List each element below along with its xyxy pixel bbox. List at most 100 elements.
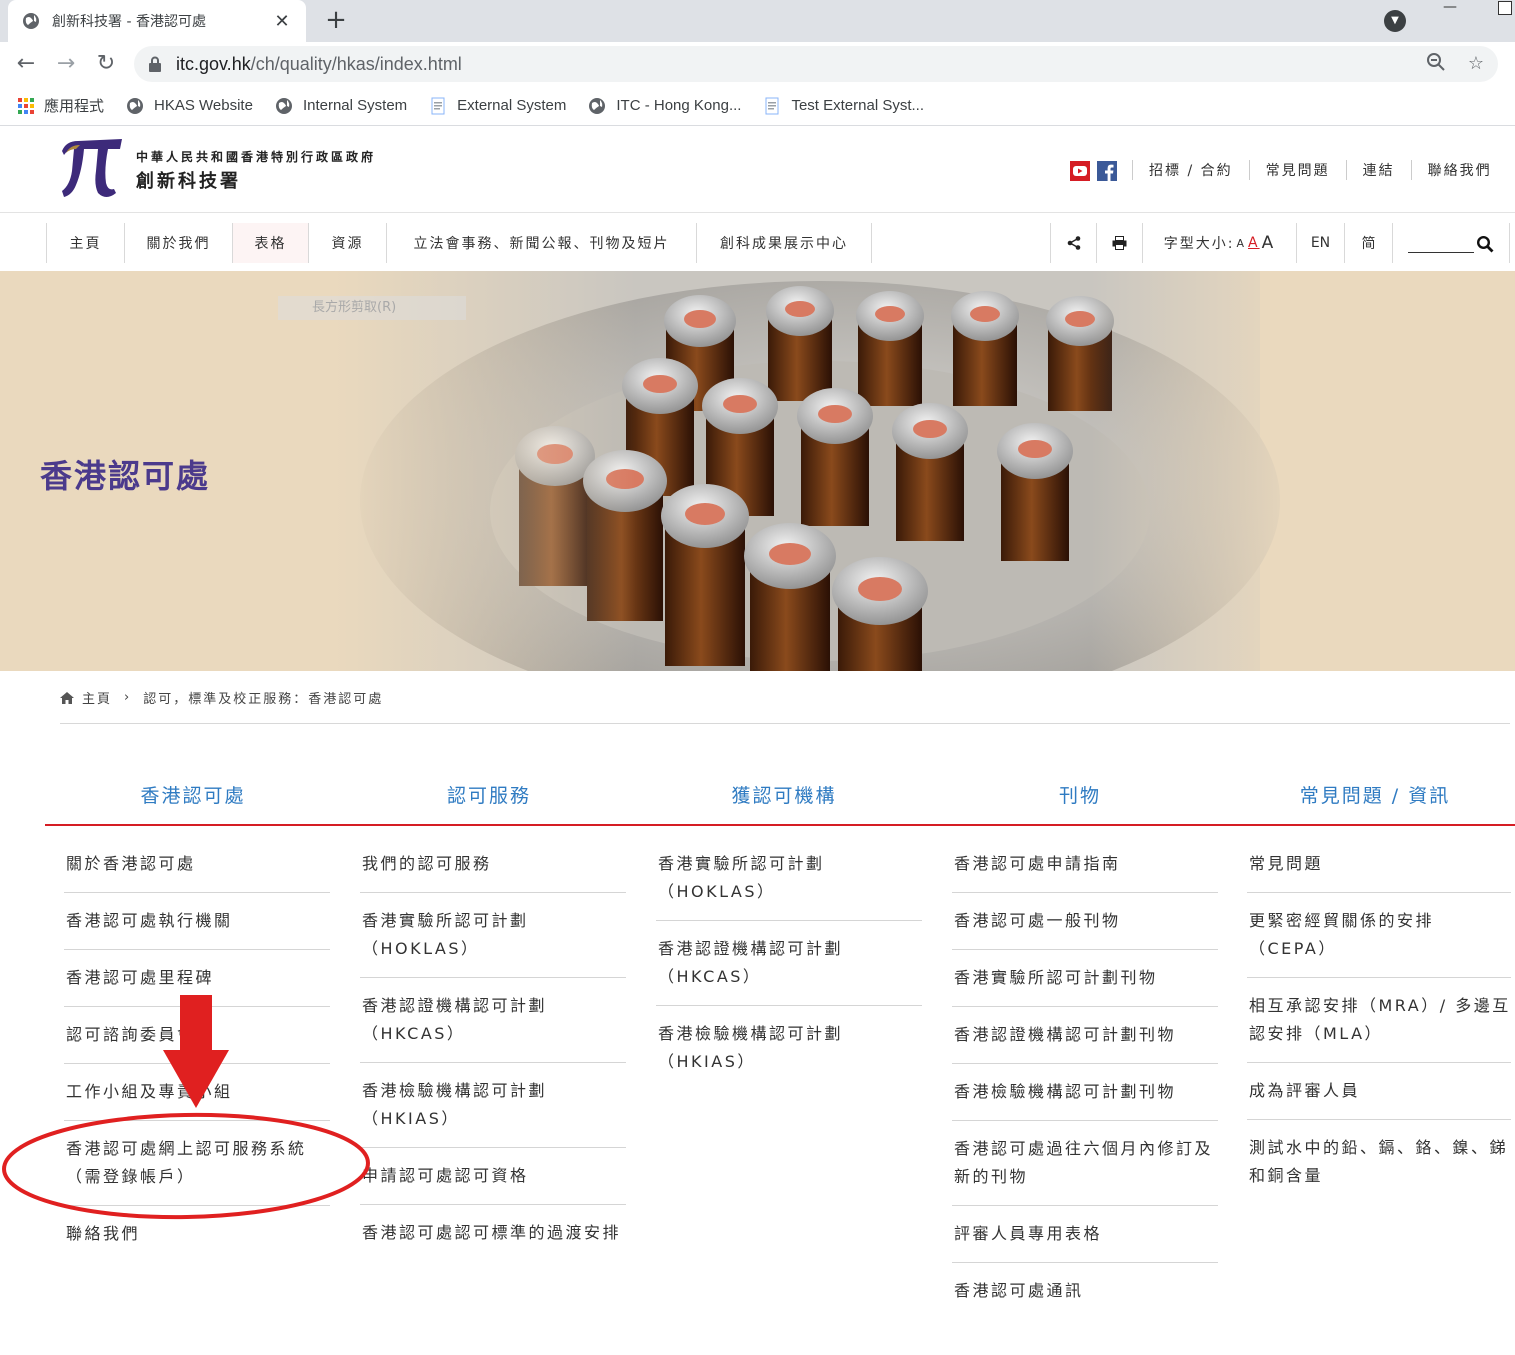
list-item[interactable]: 常見問題 (1247, 836, 1511, 893)
list-item[interactable]: 香港認證機構認可計劃刊物 (952, 1007, 1218, 1064)
list-item[interactable]: 香港實驗所認可計劃（HOKLAS） (360, 893, 626, 978)
search-input[interactable] (1408, 235, 1474, 253)
list-item[interactable]: 香港認可處申請指南 (952, 836, 1218, 893)
bookmark-itc-hong-kong[interactable]: ITC - Hong Kong... (588, 97, 741, 115)
hero-banner: 長方形剪取(R) 香港認可處 (0, 271, 1515, 671)
font-size-large[interactable]: A (1262, 233, 1276, 253)
browser-tab-active[interactable]: 創新科技署 - 香港認可處 ✕ (8, 0, 306, 42)
breadcrumb-divider (60, 723, 1510, 724)
list-item[interactable]: 香港認可處里程碑 (64, 950, 330, 1007)
list-item[interactable]: 香港認證機構認可計劃（HKCAS） (360, 978, 626, 1063)
nav-resources[interactable]: 資源 (308, 223, 386, 263)
font-size-small[interactable]: A (1236, 237, 1246, 250)
ghost-context-menu-item: 長方形剪取(R) (278, 296, 466, 320)
top-link-links[interactable]: 連結 (1345, 160, 1411, 180)
site-header: 中華人民共和國香港特別行政區政府 創新科技署 招標 / 合約 常見問題 連結 聯… (0, 127, 1515, 213)
facebook-icon[interactable] (1097, 161, 1117, 181)
breadcrumb-current: 認可，標準及校正服務：香港認可處 (143, 692, 384, 707)
forward-arrow-icon[interactable]: → (52, 50, 80, 78)
close-tab-icon[interactable]: ✕ (272, 11, 292, 32)
breadcrumb: 主頁 › 認可，標準及校正服務：香港認可處 (60, 688, 383, 707)
main-navigation: 主頁 關於我們 表格 資源 立法會事務、新聞公報、刊物及短片 創科成果展示中心 … (0, 213, 1515, 271)
bookmark-test-external-system[interactable]: Test External Syst... (763, 97, 924, 115)
list-item[interactable]: 我們的認可服務 (360, 836, 626, 893)
list-item[interactable]: 申請認可處認可資格 (360, 1148, 626, 1205)
url-path: /ch/quality/hkas/index.html (250, 53, 462, 74)
list-item[interactable]: 更緊密經貿關係的安排（CEPA） (1247, 893, 1511, 978)
document-icon (765, 97, 779, 114)
nav-legco-press-publications[interactable]: 立法會事務、新聞公報、刊物及短片 (386, 223, 696, 263)
list-item[interactable]: 香港檢驗機構認可計劃（HKIAS） (656, 1006, 922, 1090)
online-accreditation-system-link[interactable]: 香港認可處網上認可服務系統（需登錄帳戶） (64, 1121, 330, 1206)
list-item[interactable]: 香港認證機構認可計劃（HKCAS） (656, 921, 922, 1006)
bookmark-external-system[interactable]: External System (429, 97, 566, 115)
apps-grid-icon (18, 97, 34, 114)
nav-home[interactable]: 主頁 (46, 223, 124, 263)
tab-search-icon[interactable]: ▼ (1384, 10, 1406, 32)
top-links: 招標 / 合約 常見問題 連結 聯絡我們 (1132, 159, 1508, 181)
zoom-icon[interactable] (1424, 52, 1448, 76)
font-size-control: 字型大小: A A A (1142, 223, 1296, 263)
new-tab-icon[interactable]: + (322, 6, 350, 34)
list-item[interactable]: 測試水中的鉛、鎘、鉻、鎳、銻和銅含量 (1247, 1120, 1511, 1204)
government-name: 中華人民共和國香港特別行政區政府 (136, 150, 377, 164)
back-arrow-icon[interactable]: ← (12, 50, 40, 78)
bookmark-label: 應用程式 (44, 98, 105, 115)
minimize-window-icon[interactable]: — (1438, 0, 1462, 16)
nav-about-us[interactable]: 關於我們 (124, 223, 232, 263)
lock-icon (149, 56, 161, 72)
column-publications: 香港認可處申請指南 香港認可處一般刊物 香港實驗所認可計劃刊物 香港認證機構認可… (952, 836, 1218, 1319)
list-item[interactable]: 香港認可處認可標準的過渡安排 (360, 1205, 626, 1261)
bookmark-label: Internal System (302, 97, 408, 114)
breadcrumb-home[interactable]: 主頁 (82, 688, 112, 707)
list-item[interactable]: 香港認可處一般刊物 (952, 893, 1218, 950)
bookmark-hkas-website[interactable]: HKAS Website (126, 97, 253, 115)
list-item[interactable]: 香港實驗所認可計劃刊物 (952, 950, 1218, 1007)
globe-icon (127, 97, 144, 114)
column-header-hkas[interactable]: 香港認可處 (45, 781, 341, 808)
column-header-accredited-organisations[interactable]: 獲認可機構 (636, 781, 932, 808)
list-item[interactable]: 工作小組及專責小組 (64, 1064, 330, 1121)
column-hkas: 關於香港認可處 香港認可處執行機關 香港認可處里程碑 認可諮詢委員會 工作小組及… (64, 836, 330, 1262)
list-item[interactable]: 香港檢驗機構認可計劃刊物 (952, 1064, 1218, 1121)
bookmark-star-icon[interactable]: ☆ (1464, 52, 1488, 76)
list-item[interactable]: 香港實驗所認可計劃（HOKLAS） (656, 836, 922, 921)
share-button[interactable] (1050, 223, 1096, 263)
maximize-window-icon[interactable] (1498, 1, 1512, 15)
column-header-accreditation-services[interactable]: 認可服務 (341, 781, 637, 808)
globe-icon (23, 13, 39, 29)
top-link-contact[interactable]: 聯絡我們 (1410, 160, 1508, 180)
list-item[interactable]: 相互承認安排（MRA）/ 多邊互認安排（MLA） (1247, 978, 1511, 1063)
list-item[interactable]: 香港認可處執行機關 (64, 893, 330, 950)
bookmark-apps[interactable]: 應用程式 (18, 95, 104, 116)
bookmark-label: ITC - Hong Kong... (616, 97, 742, 114)
list-item[interactable]: 聯絡我們 (64, 1206, 330, 1262)
list-item[interactable]: 關於香港認可處 (64, 836, 330, 893)
nav-innovation-showcase[interactable]: 創科成果展示中心 (696, 223, 872, 263)
list-item[interactable]: 香港認可處過往六個月內修訂及新的刊物 (952, 1121, 1218, 1206)
top-link-tenders[interactable]: 招標 / 合約 (1132, 160, 1249, 180)
list-item[interactable]: 認可諮詢委員會 (64, 1007, 330, 1064)
print-button[interactable] (1096, 223, 1142, 263)
search-icon[interactable] (1476, 235, 1494, 253)
youtube-icon[interactable] (1070, 161, 1090, 181)
list-item[interactable]: 成為評審人員 (1247, 1063, 1511, 1120)
column-header-publications[interactable]: 刊物 (932, 781, 1228, 808)
list-item[interactable]: 香港檢驗機構認可計劃（HKIAS） (360, 1063, 626, 1148)
itc-pi-logo[interactable] (56, 135, 126, 199)
reload-icon[interactable]: ↻ (92, 50, 120, 78)
address-bar[interactable]: itc.gov.hk/ch/quality/hkas/index.html ☆ (134, 46, 1498, 82)
nav-forms[interactable]: 表格 (232, 223, 308, 263)
globe-icon (275, 97, 292, 114)
lang-english[interactable]: EN (1296, 223, 1344, 263)
bookmark-internal-system[interactable]: Internal System (275, 97, 407, 115)
browser-toolbar: ← → ↻ itc.gov.hk/ch/quality/hkas/index.h… (0, 42, 1515, 86)
lang-simplified-chinese[interactable]: 简 (1344, 223, 1392, 263)
chevron-right-icon: › (124, 690, 132, 705)
list-item[interactable]: 香港認可處通訊 (952, 1263, 1218, 1319)
font-size-medium[interactable]: A (1248, 235, 1260, 251)
top-link-faq[interactable]: 常見問題 (1248, 160, 1346, 180)
bookmarks-bar: 應用程式 HKAS Website Internal System Extern… (0, 86, 1515, 126)
column-header-faq-info[interactable]: 常見問題 / 資訊 (1227, 781, 1515, 808)
list-item[interactable]: 評審人員專用表格 (952, 1206, 1218, 1263)
